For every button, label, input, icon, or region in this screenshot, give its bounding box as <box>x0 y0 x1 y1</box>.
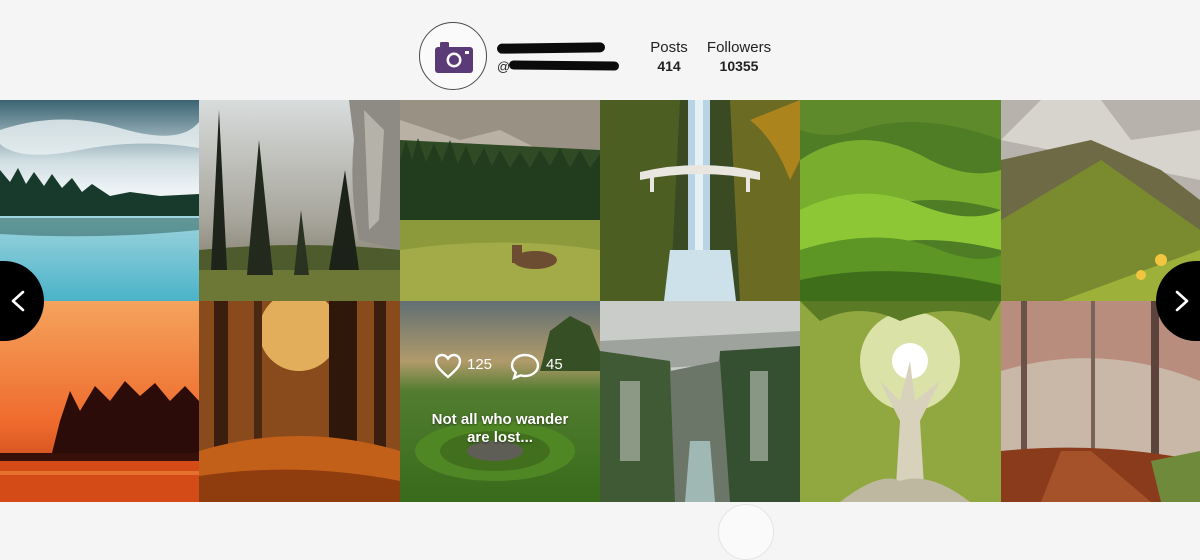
load-more-button[interactable] <box>718 504 774 560</box>
handle-prefix: @ <box>497 59 511 74</box>
followers-label: Followers <box>706 39 772 56</box>
posts-stat: Posts 414 <box>640 39 698 75</box>
chevron-left-icon <box>11 290 25 312</box>
photo-tile-autumn-forest[interactable] <box>199 301 400 502</box>
camera-icon <box>435 42 473 73</box>
photo-forest-cliff <box>199 100 400 301</box>
photo-sunlit-tree <box>800 301 1001 502</box>
post-caption: Not all who wander are lost... <box>400 411 600 447</box>
photo-autumn-forest <box>199 301 400 502</box>
photo-waterfall-bridge <box>600 100 800 301</box>
redacted-handle <box>508 60 620 71</box>
photo-deer-meadow <box>400 100 600 301</box>
photo-tile-sunlit-tree[interactable] <box>800 301 1001 502</box>
photo-tile-deer-meadow[interactable] <box>400 100 600 301</box>
photo-green-hills <box>800 100 1001 301</box>
photo-tile-forest-cliff[interactable] <box>199 100 400 301</box>
photo-grid: 125 45 Not all who wander are lost... <box>0 100 1200 502</box>
photo-tile-hover-post[interactable]: 125 45 Not all who wander are lost... <box>400 301 600 502</box>
photo-canyon <box>600 301 800 502</box>
caption-line-1: Not all who wander <box>431 411 569 428</box>
photo-tile-green-hills[interactable] <box>800 100 1001 301</box>
post-hover-overlay: 125 45 Not all who wander are lost... <box>400 301 600 502</box>
followers-count: 10355 <box>719 58 759 74</box>
redacted-username <box>496 42 606 54</box>
avatar[interactable] <box>419 22 487 90</box>
bottom-strip <box>0 502 1200 520</box>
followers-stat[interactable]: Followers 10355 <box>702 39 776 75</box>
post-stats: 125 45 <box>400 351 600 383</box>
photo-tile-canyon[interactable] <box>600 301 800 502</box>
photo-tile-waterfall-bridge[interactable] <box>600 100 800 301</box>
likes-count: 125 <box>467 356 493 373</box>
heart-icon[interactable] <box>434 353 462 379</box>
posts-count: 414 <box>657 58 681 74</box>
profile-header: @ Posts 414 Followers 10355 <box>0 0 1200 100</box>
comments-count: 45 <box>546 356 563 373</box>
posts-label: Posts <box>650 39 688 56</box>
comment-icon[interactable] <box>510 353 540 380</box>
chevron-right-icon <box>1175 290 1189 312</box>
caption-line-2: are lost... <box>467 429 533 446</box>
